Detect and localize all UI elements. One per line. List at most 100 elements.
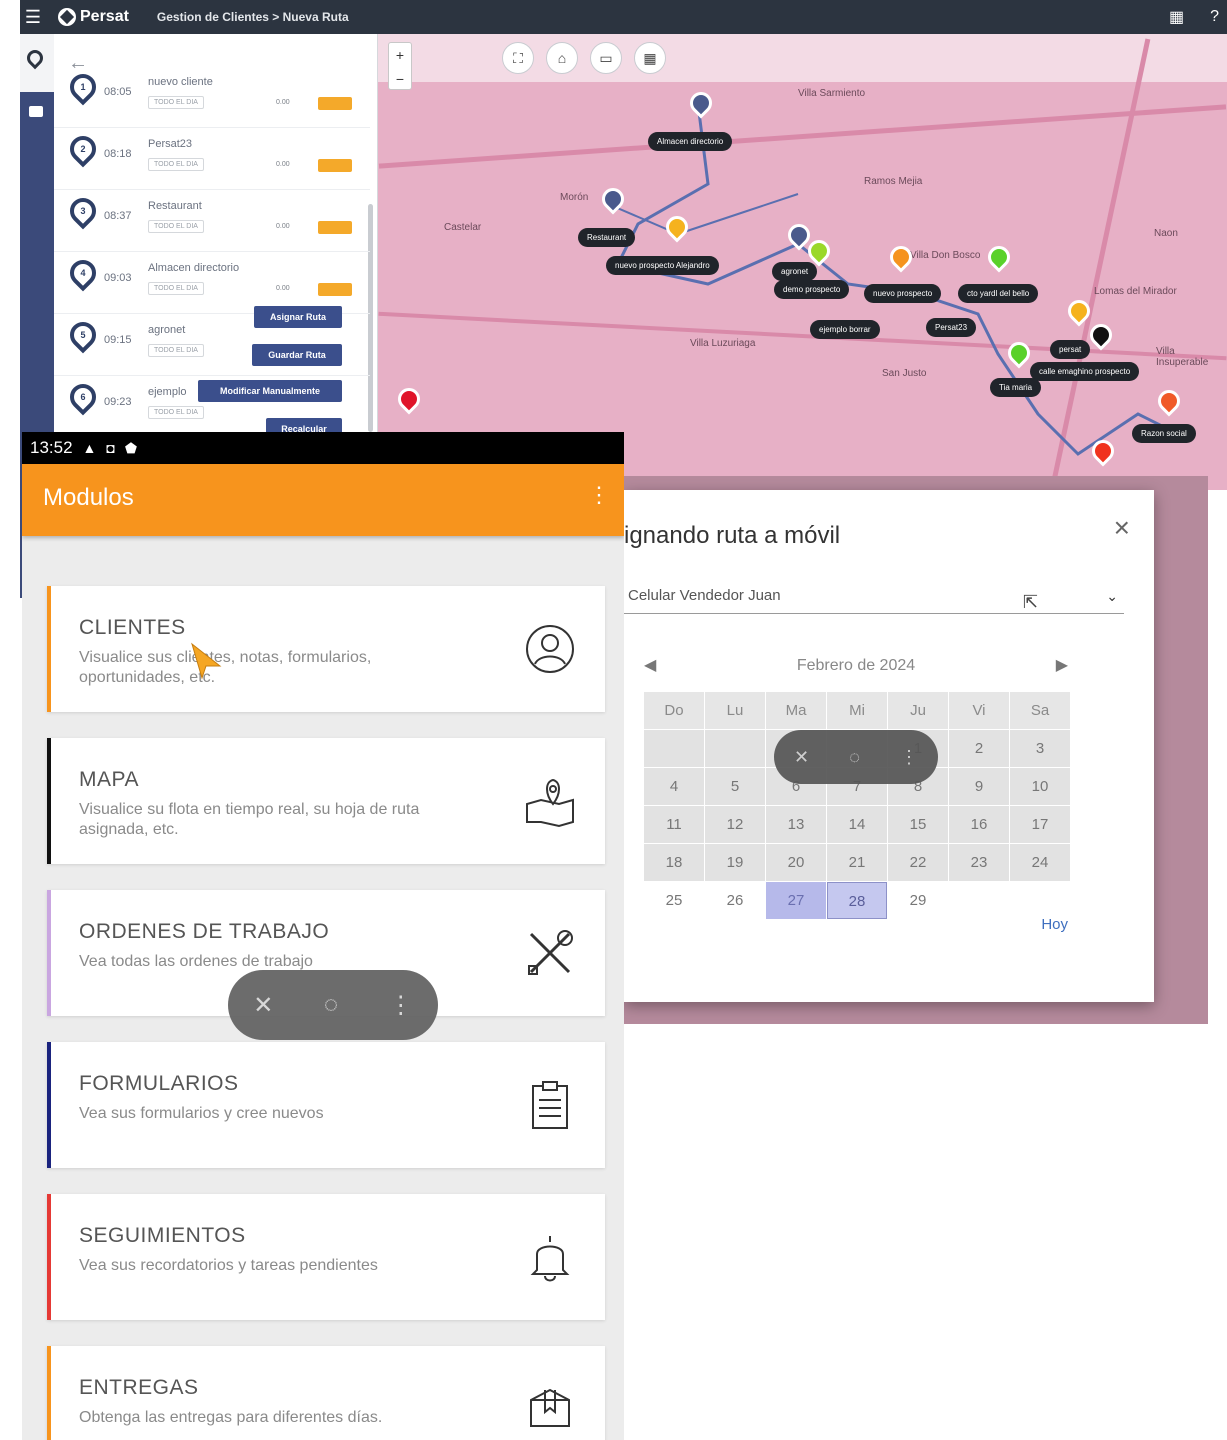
route-stop[interactable]: 3 08:37 Restaurant TODO EL DIA 0.00 <box>54 190 370 252</box>
calendar-header: ◀ Febrero de 2024 ▶ <box>644 650 1068 682</box>
calendar-weekday: Lu <box>705 692 765 729</box>
module-card-entregas[interactable]: ENTREGAS Obtenga las entregas para difer… <box>47 1346 605 1440</box>
route-stop[interactable]: 4 09:03 Almacen directorio TODO EL DIA 0… <box>54 252 370 314</box>
calendar-day[interactable]: 5 <box>705 768 765 805</box>
calendar-day[interactable]: 4 <box>644 768 704 805</box>
calendar-day[interactable]: 14 <box>827 806 887 843</box>
map-stop-label[interactable]: Persat23 <box>926 318 977 337</box>
dialog-backdrop: ignando ruta a móvil × Celular Vendedor … <box>624 476 1208 1024</box>
fullscreen-icon[interactable]: ⛶ <box>502 42 534 74</box>
next-month-icon[interactable]: ▶ <box>1056 650 1068 682</box>
vehicle-select[interactable]: Celular Vendedor Juan ⇱ ⌄ <box>624 582 1124 614</box>
stop-marker-icon: 4 <box>64 254 102 292</box>
zoom-controls[interactable]: + − <box>388 42 412 90</box>
tag-icon[interactable]: ⌂ <box>546 42 578 74</box>
app-bar: Modulos ⋮ <box>22 464 624 536</box>
more-vert-icon[interactable]: ⋮ <box>389 991 413 1020</box>
module-card-formularios[interactable]: FORMULARIOS Vea sus formularios y cree n… <box>47 1042 605 1168</box>
route-stop[interactable]: 1 08:05 nuevo cliente TODO EL DIA 0.00 <box>54 66 370 128</box>
map-stop-label[interactable]: ejemplo borrar <box>810 320 880 339</box>
help-icon[interactable]: ? <box>1210 8 1219 26</box>
module-card-mapa[interactable]: MAPA Visualice su flota en tiempo real, … <box>47 738 605 864</box>
map-stop-label[interactable]: agronet <box>772 262 818 281</box>
calendar-day[interactable]: 9 <box>949 768 1009 805</box>
chevron-down-icon[interactable]: ⌄ <box>1106 582 1118 610</box>
calendar-day[interactable]: 26 <box>705 882 765 919</box>
calendar-day[interactable]: 3 <box>1010 730 1070 767</box>
calendar-empty-cell <box>644 730 704 767</box>
calendar-day[interactable]: 16 <box>949 806 1009 843</box>
mute-icon[interactable]: ◌ <box>849 747 860 768</box>
prev-month-icon[interactable]: ◀ <box>644 650 656 682</box>
calendar-weekday: Vi <box>949 692 1009 729</box>
calendar-day[interactable]: 15 <box>888 806 948 843</box>
stop-marker-icon: 5 <box>64 316 102 354</box>
map-place-label: Morón <box>560 192 589 203</box>
calendar-day[interactable]: 13 <box>766 806 826 843</box>
map-place-label: Villa Insuperable <box>1156 346 1209 368</box>
map-stop-label[interactable]: demo prospecto <box>774 280 850 299</box>
mouse-cursor-icon: ⇱ <box>1022 592 1038 612</box>
menu-icon[interactable]: ☰ <box>20 7 46 28</box>
calendar-day[interactable]: 20 <box>766 844 826 881</box>
calendar-day[interactable]: 11 <box>644 806 704 843</box>
calendar-day[interactable]: 29 <box>888 882 948 919</box>
calendar-day[interactable]: 24 <box>1010 844 1070 881</box>
route-map[interactable]: + − ⛶ ⌂ ▭ ▦ Villa Sarmiento Ramos Mejia … <box>378 34 1227 490</box>
calendar-empty-cell <box>949 882 1009 919</box>
calendar-weekday: Do <box>644 692 704 729</box>
grid-calculator-icon[interactable]: ▦ <box>1169 7 1184 27</box>
screen: ☰ Persat Gestion de Clientes > Nueva Rut… <box>0 0 1227 1440</box>
calendar-day[interactable]: 17 <box>1010 806 1070 843</box>
calendar-day[interactable]: 22 <box>888 844 948 881</box>
map-stop-label[interactable]: nuevo prospecto <box>864 284 942 303</box>
status-bar: 13:52 ▲ ◘ ⬟ <box>22 432 624 464</box>
assign-route-button[interactable]: Asignar Ruta <box>254 306 342 328</box>
pin-off-icon[interactable]: ✕ <box>794 747 809 768</box>
map-stop-label[interactable]: Tia maria <box>990 378 1042 397</box>
zoom-in-button[interactable]: + <box>389 43 411 67</box>
bus-icon[interactable]: ▭ <box>590 42 622 74</box>
module-description: Vea sus formularios y cree nuevos <box>79 1105 324 1122</box>
stop-marker-icon: 3 <box>64 192 102 230</box>
close-icon[interactable]: × <box>1114 514 1130 542</box>
module-card-seguimientos[interactable]: SEGUIMIENTOS Vea sus recordatorios y tar… <box>47 1194 605 1320</box>
map-stop-label[interactable]: Restaurant <box>578 228 636 247</box>
today-link[interactable]: Hoy <box>1041 916 1068 933</box>
stop-time: 08:37 <box>104 210 132 222</box>
calendar-day[interactable]: 23 <box>949 844 1009 881</box>
module-card-clientes[interactable]: CLIENTES Visualice sus clientes, notas, … <box>47 586 605 712</box>
map-stop-label[interactable]: Razon social <box>1132 424 1196 443</box>
calendar-day[interactable]: 27 <box>766 882 826 919</box>
pin-off-icon[interactable]: ✕ <box>253 991 273 1020</box>
mute-icon[interactable]: ◌ <box>324 991 338 1019</box>
calendar-day[interactable]: 10 <box>1010 768 1070 805</box>
stop-name: Restaurant <box>148 200 202 212</box>
map-stop-label[interactable]: Almacen directorio <box>648 132 733 151</box>
map-stop-label[interactable]: cto yardl del bello <box>958 284 1039 303</box>
edit-manually-button[interactable]: Modificar Manualmente <box>198 380 342 402</box>
save-route-button[interactable]: Guardar Ruta <box>252 344 342 366</box>
map-stop-label[interactable]: nuevo prospecto Alejandro <box>606 256 719 275</box>
recalculate-button[interactable]: Recalcular <box>266 418 342 432</box>
stop-status-badge <box>318 283 352 296</box>
location-pin-icon[interactable] <box>23 46 47 70</box>
top-navbar: ☰ Persat Gestion de Clientes > Nueva Rut… <box>20 0 1227 34</box>
map-stop-label[interactable]: calle emaghino prospecto <box>1030 362 1140 381</box>
calendar-day[interactable]: 18 <box>644 844 704 881</box>
grid-icon[interactable]: ▦ <box>634 42 666 74</box>
calendar-day[interactable]: 28 <box>827 882 887 919</box>
more-vert-icon[interactable]: ⋮ <box>588 482 610 508</box>
map-stop-label[interactable]: persat <box>1050 340 1091 359</box>
more-vert-icon[interactable]: ⋮ <box>900 747 918 768</box>
calendar-day[interactable]: 19 <box>705 844 765 881</box>
page-title: Modulos <box>43 484 134 511</box>
calendar-empty-cell <box>1010 882 1070 919</box>
calendar-day[interactable]: 25 <box>644 882 704 919</box>
brand-logo[interactable]: Persat <box>58 8 129 26</box>
zoom-out-button[interactable]: − <box>389 67 411 91</box>
calendar-day[interactable]: 12 <box>705 806 765 843</box>
route-stop[interactable]: 2 08:18 Persat23 TODO EL DIA 0.00 <box>54 128 370 190</box>
calendar-day[interactable]: 21 <box>827 844 887 881</box>
calendar-day[interactable]: 2 <box>949 730 1009 767</box>
